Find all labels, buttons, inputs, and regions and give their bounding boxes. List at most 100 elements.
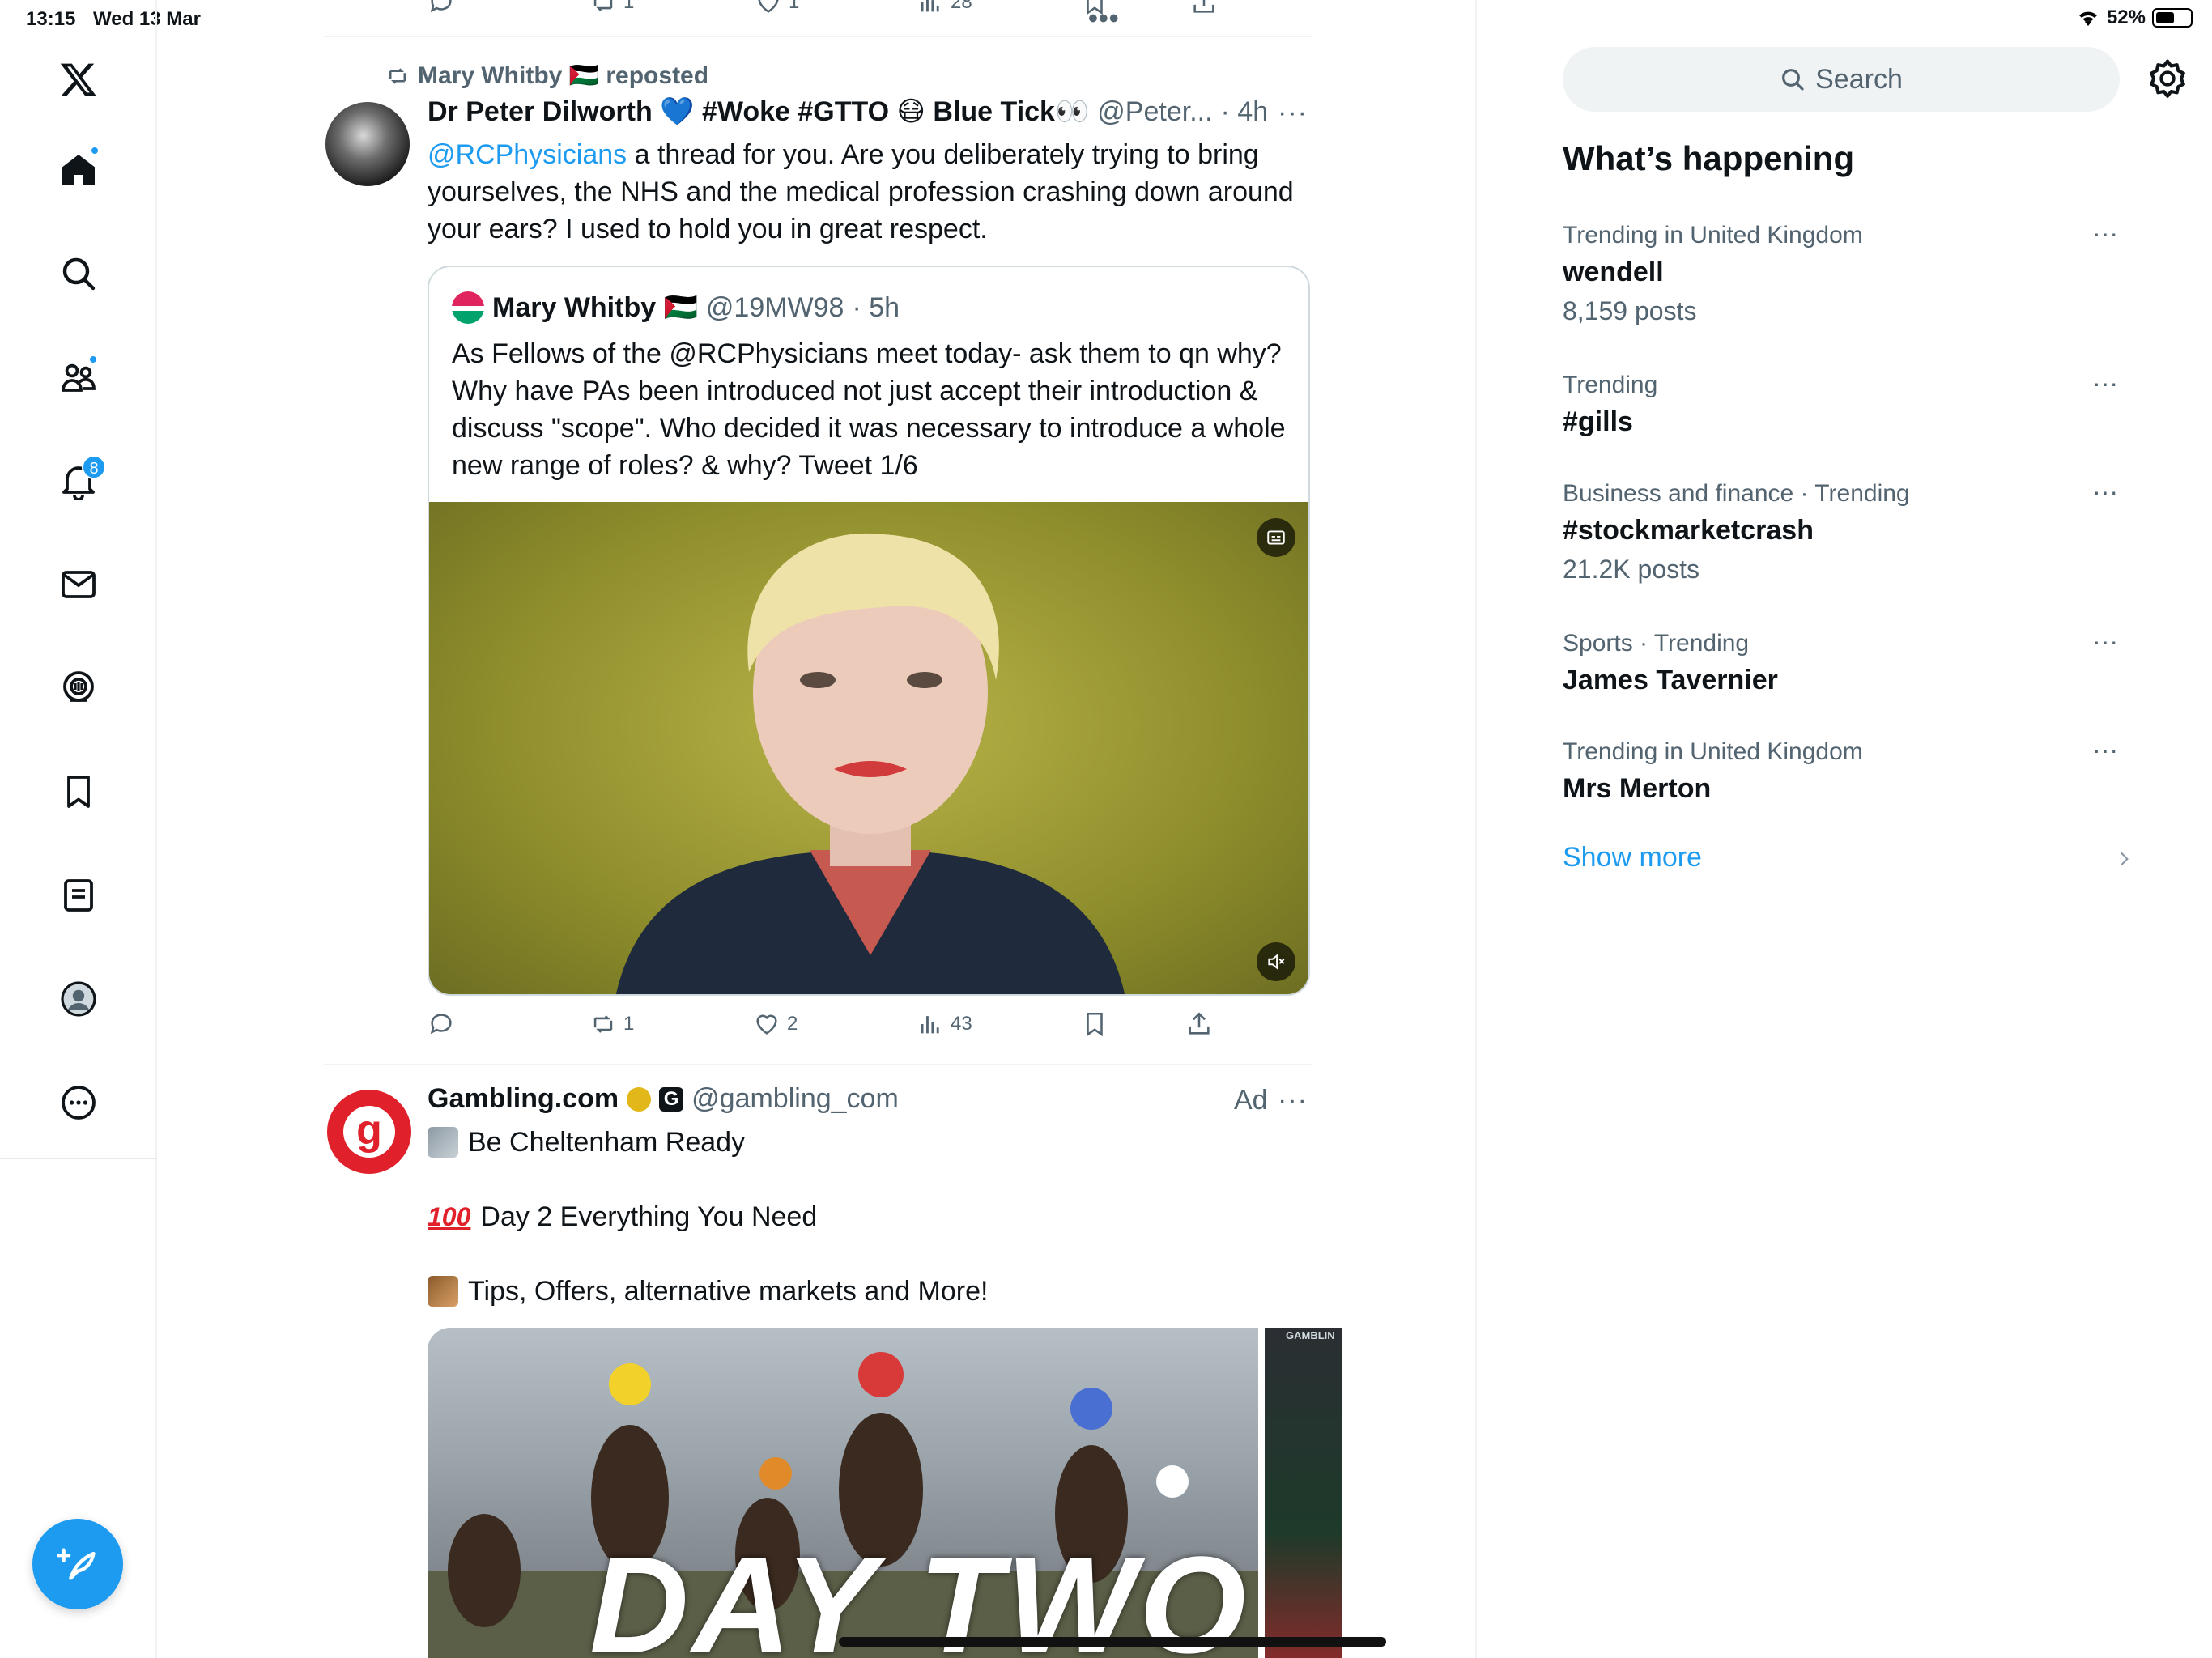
feed-separator (324, 36, 1312, 37)
prev-share-button[interactable] (1190, 0, 1218, 16)
repost-indicator[interactable]: Mary Whitby 🇵🇸 reposted (385, 62, 708, 90)
caption-toggle-button[interactable] (1257, 518, 1295, 557)
x-logo-icon[interactable] (49, 50, 108, 108)
trend-category: Trending in United Kingdom (1563, 222, 1863, 249)
bookmark-icon (1087, 1012, 1103, 1037)
g-affiliate-badge-icon: G (659, 1086, 684, 1112)
ad-line-1: Be Cheltenham Ready (428, 1124, 745, 1161)
trend-more-icon[interactable]: ··· (2092, 477, 2118, 507)
trend-count: 21.2K posts (1563, 555, 1699, 584)
trend-category: Trending in United Kingdom (1563, 738, 1863, 765)
like-button[interactable]: 2 (753, 1010, 798, 1038)
views-count: 43 (951, 1013, 972, 1035)
retweet-count: 1 (623, 1013, 635, 1035)
views-chart-icon (921, 0, 939, 12)
heart-icon (756, 1014, 777, 1035)
home-unread-dot (90, 146, 100, 155)
reply-button[interactable] (428, 1010, 455, 1038)
trend-item[interactable]: Sports · Trending James Tavernier ··· (1563, 627, 2129, 699)
reply-icon (430, 0, 452, 13)
volume-muted-icon (1268, 954, 1285, 970)
trend-item[interactable]: Business and finance · Trending #stockma… (1563, 477, 2129, 589)
trend-item[interactable]: Trending #gills ··· (1563, 368, 2129, 441)
trend-more-icon[interactable]: ··· (2092, 368, 2118, 398)
ad-label: Ad (1234, 1085, 1268, 1116)
grok-icon[interactable] (49, 659, 108, 717)
profile-avatar-icon[interactable] (49, 970, 108, 1028)
ad-promo-image[interactable]: DAY TWO (428, 1328, 1258, 1658)
quote-author-handle: @19MW98 (705, 291, 844, 323)
share-icon (1189, 1012, 1210, 1035)
video-player[interactable] (429, 502, 1308, 994)
promo-brand-text: GAMBLIN (1286, 1329, 1335, 1341)
trend-item[interactable]: Trending in United Kingdom Mrs Merton ··… (1563, 735, 2129, 808)
communities-icon[interactable] (49, 348, 108, 406)
trend-more-icon[interactable]: ··· (2092, 735, 2118, 765)
ad-author-avatar[interactable]: g (327, 1090, 411, 1174)
tweet-body: @RCPhysicians a thread for you. Are you … (428, 136, 1310, 248)
retweet-icon (389, 67, 406, 84)
feed-right-border (1475, 0, 1477, 1658)
retweet-button[interactable]: 1 (589, 1010, 634, 1038)
reposted-by-text: Mary Whitby 🇵🇸 reposted (418, 62, 709, 89)
reply-icon (430, 1014, 452, 1035)
left-nav: 8 (0, 0, 157, 1658)
bookmarks-icon[interactable] (49, 763, 108, 821)
more-options-icon[interactable] (49, 1073, 108, 1132)
hundred-points-icon: 100 (428, 1202, 471, 1231)
share-button[interactable] (1185, 1010, 1213, 1038)
mention-link[interactable]: @RCPhysicians (428, 139, 627, 170)
home-icon[interactable] (49, 141, 108, 199)
heart-icon (758, 0, 779, 13)
tweet-header: Dr Peter Dilworth 💙 #Woke #GTTO 😷 Blue T… (428, 96, 1268, 128)
ad-line-1-text: Be Cheltenham Ready (468, 1127, 746, 1158)
home-indicator (839, 1637, 1386, 1647)
whats-happening-heading: What’s happening (1563, 139, 1855, 177)
tweet-more-icon[interactable]: ··· (1278, 97, 1308, 129)
views-chart-icon (921, 1016, 939, 1034)
trend-more-icon[interactable]: ··· (2092, 219, 2118, 249)
views-button[interactable]: 43 (917, 1010, 972, 1038)
quote-author-name: Mary Whitby 🇵🇸 (492, 292, 698, 323)
trend-topic: #gills (1563, 406, 1633, 437)
prev-views-button[interactable]: 28 (917, 0, 972, 16)
notifications-bell-icon[interactable]: 8 (49, 452, 108, 510)
mute-toggle-button[interactable] (1257, 942, 1295, 981)
ad-author-handle[interactable]: @gambling_com (691, 1083, 899, 1115)
prev-like-button[interactable]: 1 (755, 0, 799, 16)
show-more-link[interactable]: Show more (1563, 842, 1702, 874)
like-count: 2 (787, 1013, 798, 1035)
tweet-time[interactable]: · 4h (1221, 96, 1269, 128)
retweet-icon (593, 1015, 613, 1033)
ad-promo-image-2[interactable]: GAMBLIN (1265, 1328, 1342, 1658)
prev-more-dots-icon[interactable]: ••• (1088, 3, 1120, 35)
trend-more-icon[interactable]: ··· (2092, 627, 2118, 657)
compose-tweet-button[interactable] (32, 1519, 123, 1609)
quote-time: · 5h (852, 291, 900, 323)
bookmark-button[interactable] (1081, 1010, 1108, 1038)
search-icon (1782, 69, 1804, 91)
trend-category: Sports · Trending (1563, 630, 1750, 657)
prev-reply-button[interactable] (428, 0, 455, 16)
prev-views-count: 28 (951, 0, 972, 13)
quoted-tweet[interactable]: Mary Whitby 🇵🇸 @19MW98 · 5h As Fellows o… (428, 266, 1310, 996)
wifi-icon (2078, 11, 2097, 26)
author-name[interactable]: Dr Peter Dilworth 💙 #Woke #GTTO 😷 Blue T… (428, 96, 1089, 128)
quote-author-avatar (452, 291, 484, 324)
author-avatar[interactable] (325, 102, 410, 186)
feed-separator (324, 1064, 1312, 1065)
explore-search-icon[interactable] (49, 244, 108, 303)
lists-icon[interactable] (49, 866, 108, 925)
prev-retweet-button[interactable]: 1 (589, 0, 634, 16)
settings-gear-icon[interactable] (2146, 57, 2189, 100)
trend-item[interactable]: Trending in United Kingdom wendell 8,159… (1563, 219, 2129, 330)
ad-header: Gambling.com G @gambling_com (428, 1083, 899, 1115)
ad-line-2: 100 Day 2 Everything You Need (428, 1198, 817, 1235)
search-input[interactable]: Search (1563, 47, 2120, 112)
ad-author-name[interactable]: Gambling.com (428, 1083, 619, 1115)
messages-envelope-icon[interactable] (49, 555, 108, 614)
prev-retweet-count: 1 (623, 0, 635, 13)
author-handle[interactable]: @Peter... (1097, 96, 1212, 128)
ad-more-icon[interactable]: ··· (1278, 1085, 1308, 1116)
prev-like-count: 1 (789, 0, 800, 13)
